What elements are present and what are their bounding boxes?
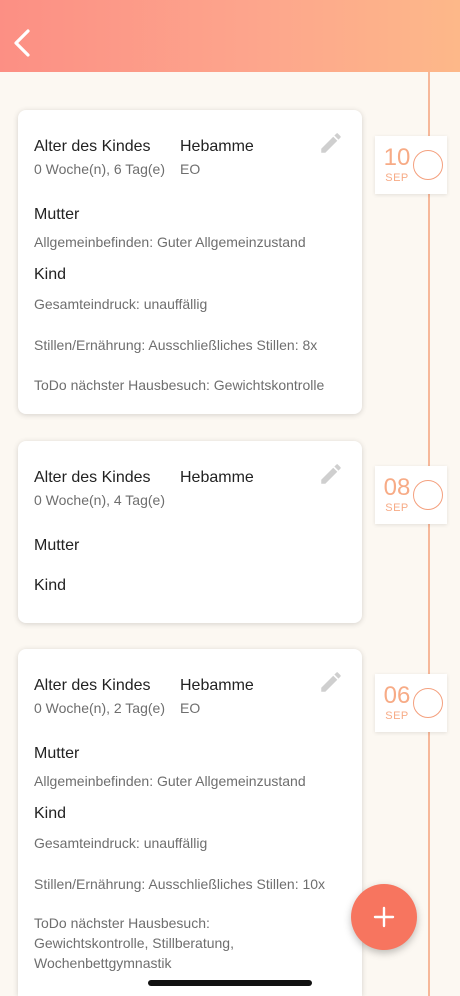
child-detail: Stillen/Ernährung: Ausschließliches Stil… <box>34 337 318 353</box>
back-button[interactable] <box>6 24 38 62</box>
child-label: Kind <box>34 577 67 594</box>
date-month: SEP <box>385 710 409 722</box>
visit-card[interactable]: Alter des Kindes 0 Woche(n), 6 Tag(e) He… <box>18 110 362 414</box>
date-day: 08 <box>383 474 411 501</box>
timeline-line <box>428 72 430 996</box>
age-value: 0 Woche(n), 2 Tag(e) <box>34 700 165 716</box>
midwife-label: Hebamme <box>180 138 254 155</box>
edit-button[interactable] <box>318 461 344 487</box>
chevron-left-icon <box>14 29 30 57</box>
plus-icon <box>373 906 395 928</box>
add-entry-button[interactable] <box>351 884 417 950</box>
date-day: 06 <box>383 682 411 709</box>
mother-label: Mutter <box>34 537 80 554</box>
date-month: SEP <box>385 172 409 184</box>
edit-button[interactable] <box>318 669 344 695</box>
visit-card[interactable]: Alter des Kindes 0 Woche(n), 4 Tag(e) He… <box>18 441 362 623</box>
date-badge: 08 SEP <box>375 466 447 524</box>
child-label: Kind <box>34 266 67 283</box>
child-detail: ToDo nächster Hausbesuch: Gewichtskontro… <box>34 915 234 971</box>
mother-detail: Allgemeinbefinden: Guter Allgemeinzustan… <box>34 234 306 250</box>
mother-detail: Allgemeinbefinden: Guter Allgemeinzustan… <box>34 773 306 789</box>
midwife-value: EO <box>180 161 201 177</box>
timeline-dot <box>413 150 443 180</box>
date-badge: 06 SEP <box>375 674 447 732</box>
date-day: 10 <box>383 144 411 171</box>
age-label: Alter des Kindes <box>34 677 151 694</box>
age-value: 0 Woche(n), 6 Tag(e) <box>34 161 165 177</box>
date-badge: 10 SEP <box>375 136 447 194</box>
age-label: Alter des Kindes <box>34 138 151 155</box>
age-label: Alter des Kindes <box>34 469 151 486</box>
child-detail: Gesamteindruck: unauffällig <box>34 835 208 851</box>
midwife-label: Hebamme <box>180 469 254 486</box>
mother-label: Mutter <box>34 745 80 762</box>
edit-button[interactable] <box>318 130 344 156</box>
child-detail: ToDo nächster Hausbesuch: Gewichtskontro… <box>34 377 325 393</box>
midwife-value: EO <box>180 700 201 716</box>
pencil-icon <box>321 133 341 153</box>
child-label: Kind <box>34 805 67 822</box>
date-month: SEP <box>385 502 409 514</box>
pencil-icon <box>321 464 341 484</box>
timeline-dot <box>413 688 443 718</box>
mother-label: Mutter <box>34 206 80 223</box>
app-header <box>0 0 460 72</box>
midwife-label: Hebamme <box>180 677 254 694</box>
visit-card[interactable]: Alter des Kindes 0 Woche(n), 2 Tag(e) He… <box>18 649 362 996</box>
child-detail: Stillen/Ernährung: Ausschließliches Stil… <box>34 876 326 892</box>
home-indicator <box>148 980 312 986</box>
age-value: 0 Woche(n), 4 Tag(e) <box>34 492 165 508</box>
child-detail: Gesamteindruck: unauffällig <box>34 296 208 312</box>
pencil-icon <box>321 672 341 692</box>
timeline-dot <box>413 480 443 510</box>
